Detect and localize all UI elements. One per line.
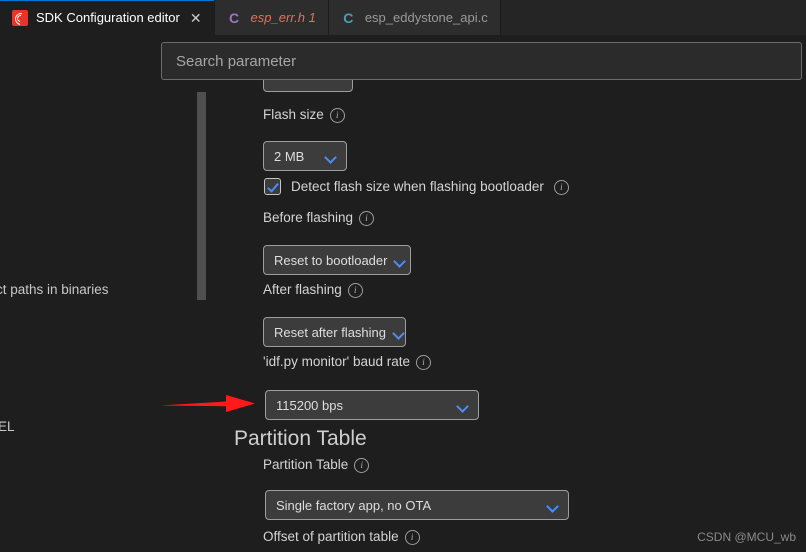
chevron-down-icon (326, 153, 337, 160)
tab-esp-eddystone-api-c[interactable]: C esp_eddystone_api.c (328, 0, 501, 35)
c-file-icon: C (228, 9, 240, 26)
partition-table-label: Partition Table i (263, 457, 370, 473)
tab-label: SDK Configuration editor (36, 10, 180, 25)
flash-size-dropdown[interactable]: 2 MB (263, 141, 347, 171)
search-parameter-bar[interactable] (161, 42, 802, 80)
dropdown-value: 115200 bps (276, 397, 343, 413)
tab-label: esp_eddystone_api.c (364, 10, 488, 25)
dropdown-value: Reset to bootloader (274, 252, 388, 268)
editor-tab-bar: SDK Configuration editor ✕ C esp_err.h 1… (0, 0, 806, 35)
tab-sdk-configuration-editor[interactable]: SDK Configuration editor ✕ (0, 0, 215, 35)
search-input[interactable] (162, 52, 801, 70)
dropdown-value: Reset after flashing (274, 324, 387, 340)
detect-flash-size-row[interactable]: Detect flash size when flashing bootload… (264, 178, 569, 195)
info-icon[interactable]: i (404, 530, 420, 545)
monitor-baud-rate-label: 'idf.py monitor' baud rate i (263, 354, 431, 370)
close-icon[interactable]: ✕ (190, 11, 202, 25)
c-file-icon: C (343, 9, 354, 26)
chevron-down-icon (548, 502, 559, 509)
partition-table-section-heading: Partition Table (234, 427, 367, 450)
detect-flash-size-label: Detect flash size when flashing bootload… (291, 179, 544, 194)
info-icon[interactable]: i (354, 458, 370, 473)
info-icon[interactable]: i (329, 108, 345, 123)
tab-esp-err-h[interactable]: C esp_err.h 1 (214, 0, 329, 35)
detect-flash-size-checkbox[interactable] (264, 178, 281, 195)
after-flashing-label: After flashing i (263, 282, 363, 298)
info-icon[interactable]: i (553, 180, 569, 195)
before-flashing-label: Before flashing i (263, 210, 375, 226)
info-icon[interactable]: i (415, 355, 431, 370)
dropdown-value: 2 MB (274, 148, 305, 164)
watermark-text: CSDN @MCU_wb (697, 530, 796, 544)
partition-table-dropdown[interactable]: Single factory app, no OTA (265, 490, 569, 520)
chevron-down-icon (458, 402, 469, 409)
tab-label: esp_err.h 1 (250, 10, 316, 25)
info-icon[interactable]: i (359, 211, 375, 226)
flash-size-label: Flash size i (263, 107, 345, 123)
sdk-configuration-panel: Flash size i 2 MB Detect flash size when… (0, 64, 806, 552)
before-flashing-dropdown[interactable]: Reset to bootloader (263, 245, 411, 275)
info-icon[interactable]: i (347, 283, 363, 298)
chevron-down-icon (395, 257, 406, 264)
esp-idf-logo-icon (11, 9, 28, 26)
offset-of-partition-table-label: Offset of partition table i (263, 529, 420, 545)
monitor-baud-rate-dropdown[interactable]: 115200 bps (265, 390, 479, 420)
dropdown-value: Single factory app, no OTA (276, 497, 432, 513)
chevron-down-icon (394, 329, 405, 336)
after-flashing-dropdown[interactable]: Reset after flashing (263, 317, 406, 347)
